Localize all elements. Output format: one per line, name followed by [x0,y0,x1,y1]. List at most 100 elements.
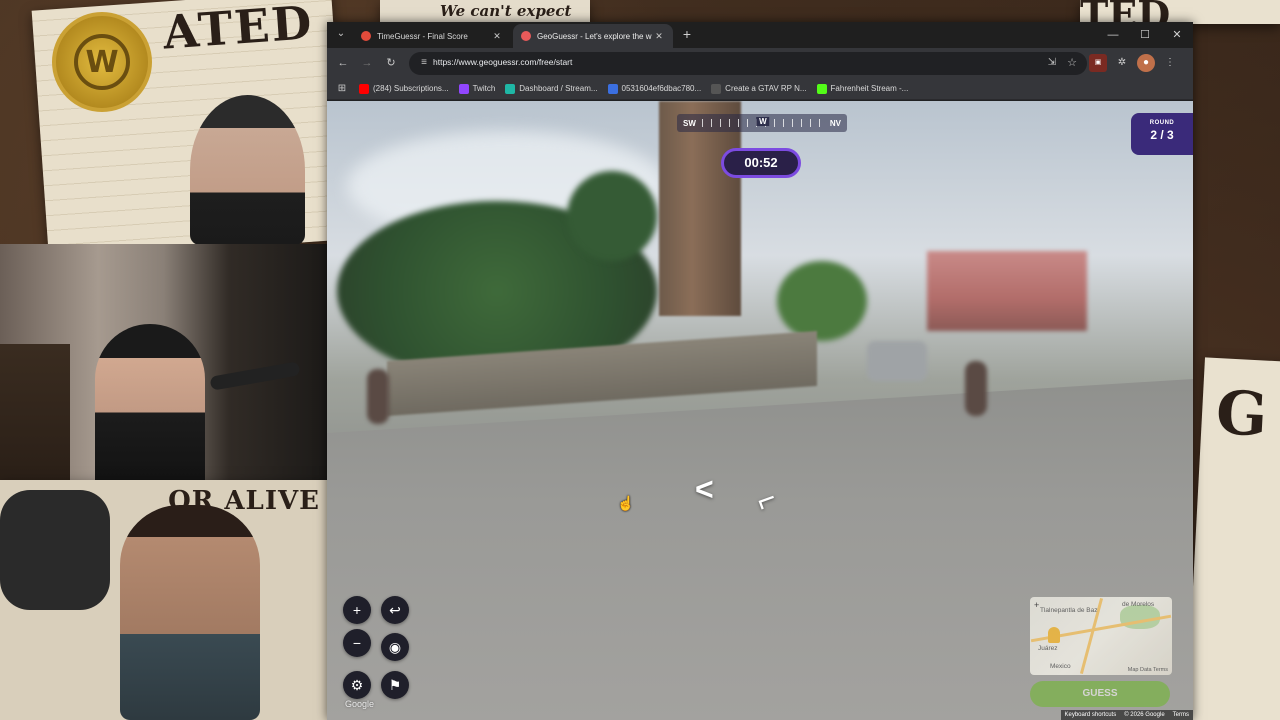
bookmark-item[interactable]: 0531604ef6dbac780... [607,83,702,94]
poster-right-top: TED [1080,0,1280,37]
tune-icon[interactable]: ≡ [417,56,431,70]
forward-arrow-icon[interactable]: → [359,55,375,71]
bookmark-item[interactable]: (284) Subscriptions... [359,83,449,94]
bookmark-item[interactable]: Twitch [458,83,496,94]
pedestrian [367,369,389,424]
document-icon [607,83,618,94]
bookmark-item[interactable]: Fahrenheit Stream -... [816,83,908,94]
channel-logo-badge: W [52,12,152,112]
puzzle-icon[interactable]: ✲ [1113,54,1131,72]
star-icon[interactable]: ☆ [1065,56,1079,70]
webcam-shelf [0,344,70,484]
return-to-start-button[interactable]: ◉ [381,633,409,661]
cowboy-avatar-illustration [120,505,260,720]
round-indicator: ROUND 2 / 3 [1131,113,1193,155]
map-place-label: Juárez [1038,645,1058,652]
compass-right-label: NV [829,118,841,128]
compass-bar: SW W NV [677,114,847,132]
map-place-label: Mexico [1050,663,1071,670]
install-icon[interactable]: ⇲ [1045,56,1059,70]
kick-icon [816,83,827,94]
undo-move-button[interactable]: ↩ [381,596,409,624]
plus-icon[interactable]: + [679,26,695,42]
bookmark-label: Dashboard / Stream... [519,84,598,93]
tab-timeguessr[interactable]: TimeGuessr - Final Score ✕ [353,24,511,48]
browser-window: ⌄ TimeGuessr - Final Score ✕ GeoGuessr -… [327,22,1193,720]
url-text[interactable]: https://www.geoguessr.com/free/start [433,57,572,67]
kebab-icon[interactable]: ⋮ [1161,54,1179,72]
street-view-panorama[interactable]: SW W NV 00:52 ROUND 2 / 3 < ⌐ ☝ + ↩ − ◉ … [327,101,1193,720]
map-place-label: Tlalnepantla de Baz [1040,607,1098,614]
round-label: ROUND [1149,120,1175,126]
browser-toolbar: ← → ↻ ≡ https://www.geoguessr.com/free/s… [327,48,1193,78]
extension-badge-icon[interactable]: ▣ [1089,54,1107,72]
youtube-icon [359,83,369,94]
close-window-icon[interactable]: ✕ [1161,22,1193,48]
copyright-text: © 2026 Google [1124,712,1165,718]
bookmark-label: Create a GTAV RP N... [725,84,807,93]
guess-minimap[interactable]: + Tlalnepantla de Baz de Morelos Juárez … [1030,597,1172,675]
microphone-icon [209,361,301,391]
map-attribution[interactable]: Map Data Terms [1128,667,1168,673]
tab-strip: ⌄ TimeGuessr - Final Score ✕ GeoGuessr -… [327,22,1193,48]
webcam-streamer [95,324,205,484]
bookmarks-bar: ⊞ (284) Subscriptions... Twitch Dashboar… [327,78,1193,100]
compass-left-label: SW [683,118,696,128]
extensions-area: ▣ ✲ ● ⋮ [1089,54,1179,72]
tab-geoguessr[interactable]: GeoGuessr - Let's explore the w ✕ [513,24,673,48]
pegman-icon[interactable] [1048,627,1060,643]
maximize-icon[interactable]: ☐ [1129,22,1161,48]
parked-car [867,341,927,381]
close-icon[interactable]: ✕ [491,31,503,42]
keyboard-shortcuts-link[interactable]: Keyboard shortcuts [1065,712,1117,718]
compass-ticks: W [701,117,824,127]
bookmark-item[interactable]: Create a GTAV RP N... [711,83,807,94]
poster-top-text: We can't expect [440,2,572,20]
close-icon[interactable]: ✕ [653,31,665,42]
address-bar[interactable]: ≡ https://www.geoguessr.com/free/start ⇲… [409,52,1087,75]
flag-checkpoint-button[interactable]: ⚑ [381,671,409,699]
streamer-avatar-illustration [190,95,305,245]
hand-cursor-icon: ☝ [617,495,635,511]
poster-right-text: G [1214,378,1270,451]
reload-icon[interactable]: ↻ [383,55,399,71]
back-arrow-icon[interactable]: ← [335,55,351,71]
terms-link[interactable]: Terms [1173,712,1189,718]
map-zoom-in-icon[interactable]: + [1034,600,1039,610]
bookmark-label: (284) Subscriptions... [373,84,449,93]
zoom-out-button[interactable]: − [343,629,371,657]
zoom-in-button[interactable]: + [343,596,371,624]
map-footer: Keyboard shortcuts © 2026 Google Terms [1060,710,1193,720]
round-timer: 00:52 [721,148,801,178]
tab-title: GeoGuessr - Let's explore the w [537,31,652,41]
tab-title: TimeGuessr - Final Score [377,31,468,41]
gamepad-icon [0,490,110,610]
dashboard-icon [505,83,516,94]
compass-center-label: W [756,117,770,126]
bookmark-item[interactable]: Dashboard / Stream... [505,83,598,94]
palm-tree [567,171,657,261]
guess-button[interactable]: GUESS [1030,681,1170,707]
chevron-down-icon[interactable]: ⌄ [333,26,349,42]
geoguessr-favicon-icon [521,31,531,41]
apps-grid-icon[interactable]: ⊞ [335,83,349,94]
gtav-icon [711,83,722,94]
round-value: 2 / 3 [1150,128,1174,142]
webcam-feed [0,244,327,484]
twitch-icon [458,83,469,94]
tree [777,261,867,341]
settings-button[interactable]: ⚙ [343,671,371,699]
bookmark-label: 0531604ef6dbac780... [621,84,702,93]
bookmark-label: Twitch [472,84,496,93]
move-arrow-left-icon[interactable]: < [695,471,714,508]
profile-avatar[interactable]: ● [1137,54,1155,72]
poster-left-text: ATED [161,0,316,60]
google-logo: Google [345,699,375,709]
pink-building [927,251,1087,331]
window-controls: — ☐ ✕ [1097,22,1193,48]
tower-building [659,101,741,316]
pedestrian [965,361,987,416]
minimize-icon[interactable]: — [1097,22,1129,48]
map-place-label: de Morelos [1122,601,1155,608]
logo-letter: W [74,34,130,90]
